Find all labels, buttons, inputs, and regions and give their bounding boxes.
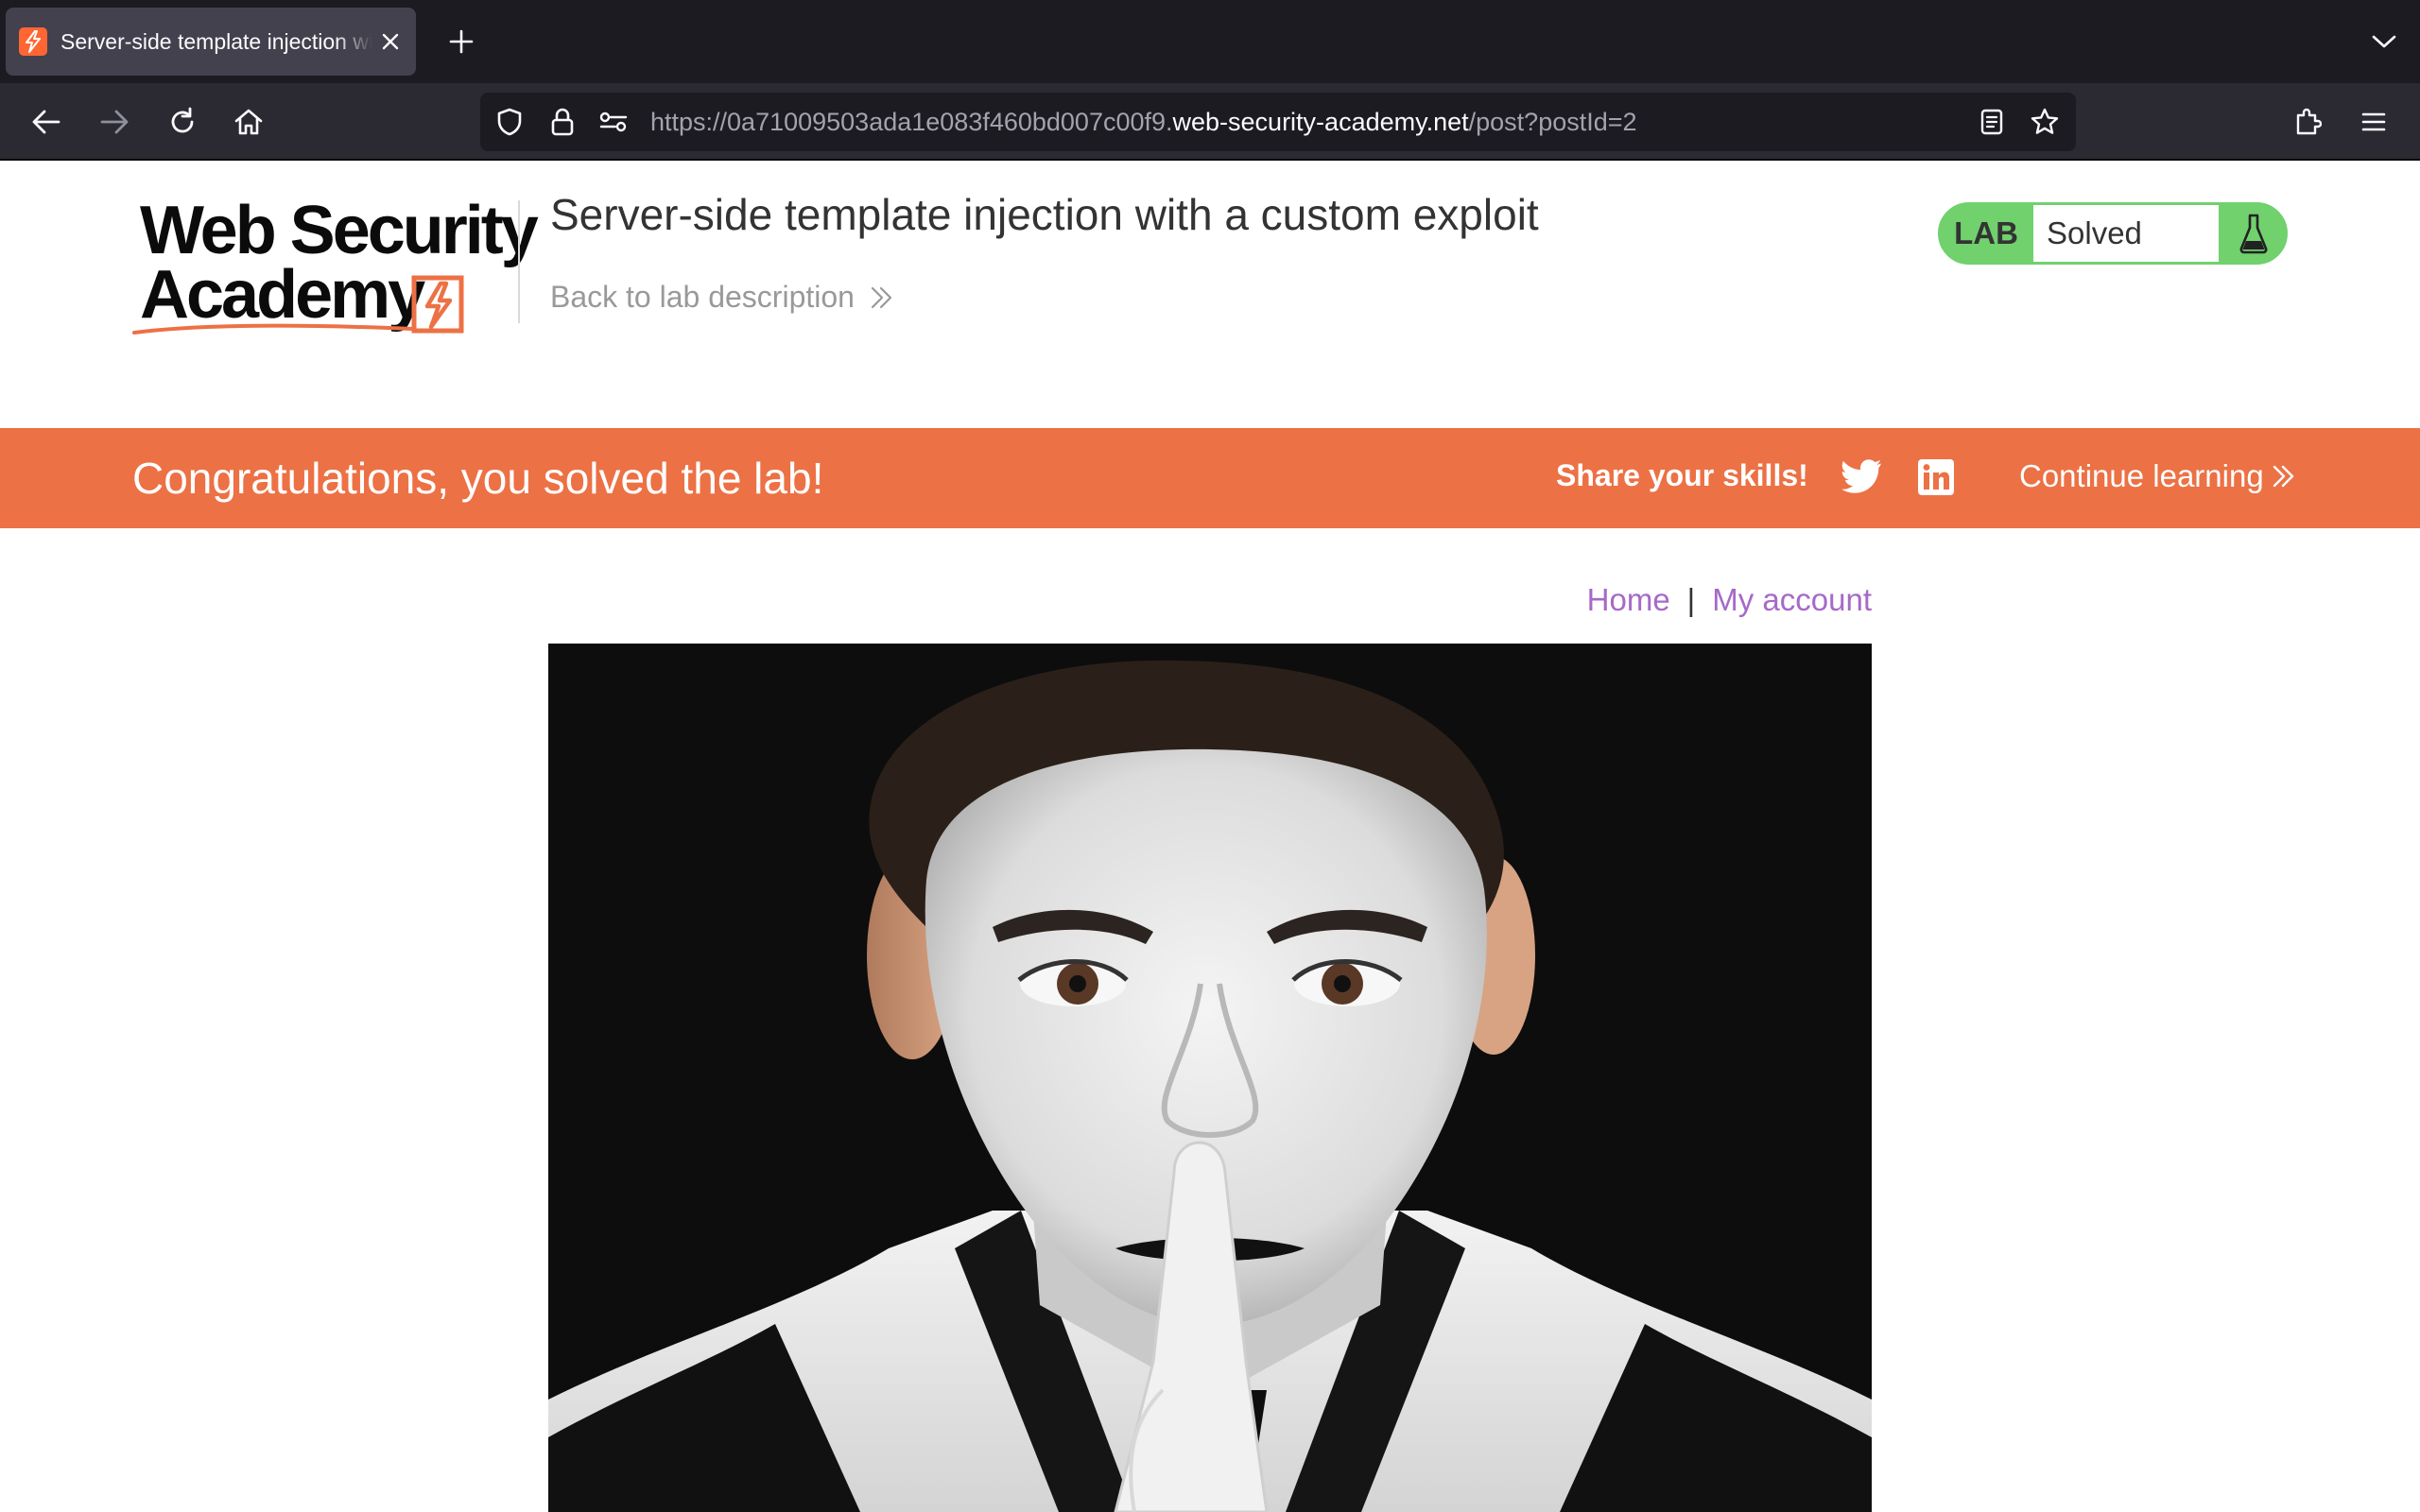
lab-status-label: LAB <box>1954 215 2018 250</box>
header-divider <box>518 200 520 323</box>
reader-view-icon[interactable] <box>1976 106 2008 138</box>
browser-tab-bar: Server-side template injection with a cu… <box>0 0 2420 83</box>
shield-icon[interactable] <box>493 106 526 138</box>
share-your-skills-label: Share your skills! <box>1556 458 1808 492</box>
lab-title: Server-side template injection with a cu… <box>550 190 1539 239</box>
continue-learning-label: Continue learning <box>2019 458 2264 493</box>
linkedin-icon[interactable] <box>1917 458 1955 496</box>
url-domain: web-security-academy.net <box>1172 108 1469 136</box>
web-security-academy-logo[interactable]: Web Security Academy <box>132 195 539 346</box>
forward-arrow-icon[interactable] <box>91 98 138 146</box>
logo-underline-icon <box>132 323 414 335</box>
home-link[interactable]: Home <box>1587 582 1670 617</box>
twitter-icon[interactable] <box>1841 458 1883 500</box>
double-chevron-right-icon <box>871 286 892 308</box>
double-chevron-right-icon <box>2273 465 2293 488</box>
chevron-down-icon[interactable] <box>2363 21 2405 62</box>
lab-status-value: Solved <box>2033 205 2219 262</box>
home-icon[interactable] <box>225 98 272 146</box>
nav-separator: | <box>1686 582 1696 617</box>
reload-icon[interactable] <box>159 98 206 146</box>
address-bar[interactable]: https://0a71009503ada1e083f460bd007c00f9… <box>480 93 2076 151</box>
lab-status-badge: LAB Solved <box>1938 202 2288 265</box>
browser-tab[interactable]: Server-side template injection with a cu… <box>6 8 416 76</box>
lightning-favicon-icon <box>19 27 47 56</box>
back-arrow-icon[interactable] <box>23 98 70 146</box>
lock-icon[interactable] <box>546 106 579 138</box>
new-tab-plus-icon[interactable] <box>441 21 482 62</box>
close-tab-icon[interactable] <box>378 29 403 54</box>
permissions-icon[interactable] <box>597 106 630 138</box>
continue-learning-link[interactable]: Continue learning <box>2019 458 2296 494</box>
menu-hamburger-icon[interactable] <box>2350 98 2397 146</box>
site-nav: Home | My account <box>1323 582 1872 618</box>
back-link-label: Back to lab description <box>550 280 855 314</box>
post-image <box>548 644 1872 1512</box>
url-path: /post?postId=2 <box>1468 108 1637 136</box>
extensions-icon[interactable] <box>2284 98 2331 146</box>
back-to-lab-description-link[interactable]: Back to lab description <box>550 280 894 315</box>
lightning-logo-icon <box>411 275 464 334</box>
browser-nav-bar: https://0a71009503ada1e083f460bd007c00f9… <box>0 83 2420 161</box>
tab-title: Server-side template injection with a cu… <box>60 28 372 54</box>
banner-message: Congratulations, you solved the lab! <box>132 454 824 503</box>
lab-solved-banner: Congratulations, you solved the lab! Sha… <box>0 428 2420 528</box>
mime-photo-illustration <box>548 644 1872 1512</box>
flask-icon <box>2222 205 2285 262</box>
bookmark-star-icon[interactable] <box>2029 106 2061 138</box>
url-prefix: https://0a71009503ada1e083f460bd007c00f9… <box>650 108 1173 136</box>
url-text[interactable]: https://0a71009503ada1e083f460bd007c00f9… <box>650 108 1637 137</box>
logo-line1: Web Security <box>140 193 539 268</box>
my-account-link[interactable]: My account <box>1712 582 1872 617</box>
